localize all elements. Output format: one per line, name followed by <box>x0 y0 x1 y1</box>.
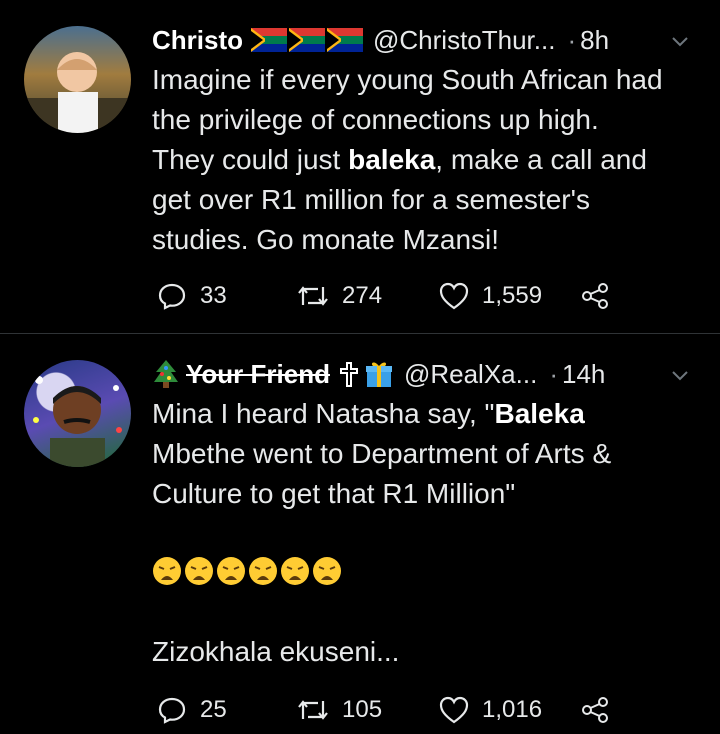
south-africa-flag-icon <box>251 28 287 52</box>
share-icon <box>582 283 608 309</box>
gift-icon <box>365 362 392 387</box>
closing-line: Zizokhala ekuseni... <box>152 636 400 667</box>
south-africa-flag-icon <box>289 28 325 52</box>
weary-face-icon <box>185 557 213 585</box>
tweet[interactable]: Christo @ChristoThur... · 8h Imagine if … <box>0 0 720 334</box>
separator-dot: · <box>549 358 558 389</box>
tweet-text-bold: Baleka <box>494 398 585 429</box>
display-name[interactable]: Christo <box>152 25 243 56</box>
weary-face-icon <box>153 557 181 585</box>
tweet-text-part: Mbethe went to Department of Arts & Cult… <box>152 438 612 509</box>
reply-count: 25 <box>200 696 227 723</box>
share-icon <box>582 697 608 723</box>
retweet-icon <box>298 700 328 720</box>
retweet-button[interactable]: 105 <box>296 690 382 730</box>
weary-face-icon <box>281 557 309 585</box>
like-count: 1,559 <box>482 282 543 309</box>
handle[interactable]: @RealXa... <box>404 359 537 390</box>
tweet-header: Your Friend @RealXa... · 14h <box>152 354 720 394</box>
weary-face-icon <box>313 557 341 585</box>
christmas-tree-icon <box>154 360 178 388</box>
retweet-count: 274 <box>342 282 383 309</box>
avatar[interactable] <box>24 26 131 133</box>
separator-dot: · <box>567 24 577 55</box>
south-africa-flag-icon <box>327 28 363 52</box>
cross-icon <box>339 362 358 387</box>
display-name[interactable]: Your Friend <box>186 359 330 390</box>
like-button[interactable]: 1,559 <box>438 276 542 316</box>
share-button[interactable] <box>580 276 622 316</box>
reply-button[interactable]: 25 <box>156 690 227 730</box>
heart-icon <box>439 696 469 724</box>
heart-icon <box>439 282 469 310</box>
chevron-down-icon[interactable] <box>668 30 692 54</box>
emoji-row <box>152 556 342 596</box>
flag-emojis <box>251 28 363 52</box>
tweet-text: Imagine if every young South African had… <box>152 60 702 260</box>
chevron-down-icon[interactable] <box>668 364 692 388</box>
reply-icon <box>158 697 186 724</box>
tweet-header: Christo @ChristoThur... · 8h <box>152 20 720 60</box>
tweet-text-part: Mina I heard Natasha say, " <box>152 398 495 429</box>
weary-face-icon <box>249 557 277 585</box>
retweet-button[interactable]: 274 <box>296 276 382 316</box>
reply-icon <box>158 283 186 310</box>
share-button[interactable] <box>580 690 622 730</box>
tweet[interactable]: Your Friend @RealXa... · 14h Mina I hear… <box>0 334 720 734</box>
handle[interactable]: @ChristoThur... <box>373 25 555 56</box>
reply-button[interactable]: 33 <box>156 276 227 316</box>
retweet-icon <box>298 286 328 306</box>
tweet-text-bold: baleka <box>348 144 436 175</box>
timestamp[interactable]: 14h <box>562 359 605 390</box>
like-count: 1,016 <box>482 696 543 723</box>
reply-count: 33 <box>200 282 227 309</box>
like-button[interactable]: 1,016 <box>438 690 542 730</box>
tweet-text: Mina I heard Natasha say, "Baleka Mbethe… <box>152 394 702 514</box>
timestamp[interactable]: 8h <box>580 25 609 56</box>
weary-face-icon <box>217 557 245 585</box>
avatar[interactable] <box>24 360 131 467</box>
retweet-count: 105 <box>342 696 383 723</box>
